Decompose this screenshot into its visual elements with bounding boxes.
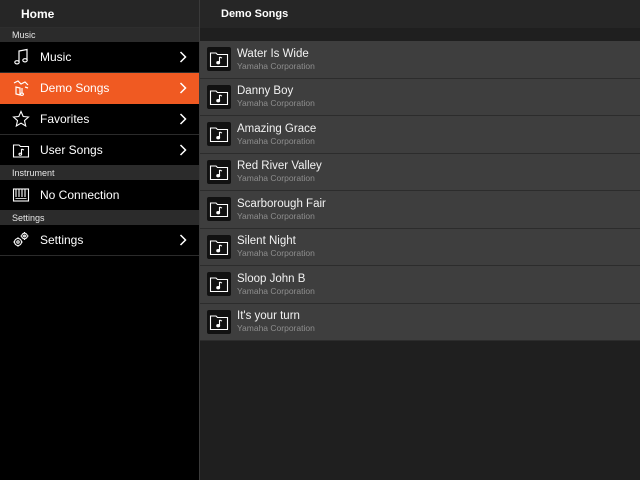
song-artist: Yamaha Corporation (237, 173, 315, 184)
song-list-item[interactable]: Water Is Wide Yamaha Corporation (200, 41, 640, 79)
song-artist: Yamaha Corporation (237, 285, 315, 296)
song-text: Amazing Grace Yamaha Corporation (237, 122, 316, 147)
song-artist: Yamaha Corporation (237, 248, 315, 259)
main-header: Demo Songs (200, 0, 640, 28)
chevron-right-icon (179, 113, 187, 125)
page-title: Demo Songs (221, 8, 289, 20)
song-file-icon (207, 309, 231, 334)
demo-songs-icon (12, 79, 30, 97)
song-list-item[interactable]: Red River Valley Yamaha Corporation (200, 153, 640, 191)
song-text: Silent Night Yamaha Corporation (237, 234, 315, 259)
song-list-item[interactable]: Silent Night Yamaha Corporation (200, 228, 640, 266)
song-file-icon (207, 197, 231, 222)
song-file-icon (207, 122, 231, 147)
sidebar-item-label: No Connection (40, 188, 120, 202)
song-list-item[interactable]: Scarborough Fair Yamaha Corporation (200, 191, 640, 229)
song-title: Water Is Wide (237, 47, 309, 60)
sidebar-item-no-connection[interactable]: No Connection (0, 180, 199, 211)
sidebar-header: Home (0, 0, 199, 28)
sidebar-item-user-songs[interactable]: User Songs (0, 135, 199, 166)
sidebar-item-label: Favorites (40, 112, 90, 126)
song-file-icon (207, 47, 231, 72)
song-artist: Yamaha Corporation (237, 60, 315, 71)
song-artist: Yamaha Corporation (237, 135, 315, 146)
chevron-right-icon (179, 82, 187, 94)
song-title: Silent Night (237, 235, 296, 248)
sidebar-item-demo-songs[interactable]: Demo Songs (0, 73, 199, 104)
star-icon (12, 110, 30, 128)
song-file-icon (207, 159, 231, 184)
sidebar-item-label: User Songs (40, 143, 103, 157)
song-list-item[interactable]: It's your turn Yamaha Corporation (200, 303, 640, 341)
song-list-item[interactable]: Amazing Grace Yamaha Corporation (200, 116, 640, 154)
sidebar-item-favorites[interactable]: Favorites (0, 104, 199, 135)
song-title: Danny Boy (237, 85, 294, 98)
keyboard-icon (12, 186, 30, 204)
sidebar: Home Music Music Demo Songs Favorites Us… (0, 0, 200, 480)
sidebar-item-music[interactable]: Music (0, 42, 199, 73)
song-file-icon (207, 234, 231, 259)
song-text: It's your turn Yamaha Corporation (237, 309, 315, 334)
song-list-item[interactable]: Danny Boy Yamaha Corporation (200, 78, 640, 116)
main-panel: Demo Songs Water Is Wide Yamaha Corporati… (200, 0, 640, 480)
gears-icon (12, 231, 30, 249)
song-file-icon (207, 272, 231, 297)
sidebar-item-label: Demo Songs (40, 81, 110, 95)
song-artist: Yamaha Corporation (237, 210, 315, 221)
music-note-icon (12, 48, 30, 66)
song-title: Red River Valley (237, 160, 322, 173)
user-songs-folder-icon (12, 141, 30, 159)
song-text: Sloop John B Yamaha Corporation (237, 272, 315, 297)
sidebar-item-settings[interactable]: Settings (0, 225, 199, 256)
song-text: Water Is Wide Yamaha Corporation (237, 47, 315, 72)
section-label-music: Music (0, 28, 199, 42)
song-text: Scarborough Fair Yamaha Corporation (237, 197, 326, 222)
song-artist: Yamaha Corporation (237, 98, 315, 109)
section-label-instrument: Instrument (0, 166, 199, 180)
section-label-settings: Settings (0, 211, 199, 225)
chevron-right-icon (179, 234, 187, 246)
song-title: Amazing Grace (237, 122, 317, 135)
song-text: Red River Valley Yamaha Corporation (237, 159, 322, 184)
song-text: Danny Boy Yamaha Corporation (237, 84, 315, 109)
song-title: Sloop John B (237, 272, 306, 285)
chevron-right-icon (179, 144, 187, 156)
song-title: Scarborough Fair (237, 197, 326, 210)
song-list: Water Is Wide Yamaha Corporation Danny Boy… (200, 41, 640, 341)
sidebar-item-label: Settings (40, 233, 84, 247)
song-file-icon (207, 84, 231, 109)
song-artist: Yamaha Corporation (237, 323, 315, 334)
sidebar-title: Home (21, 6, 55, 21)
chevron-right-icon (179, 51, 187, 63)
sidebar-item-label: Music (40, 50, 72, 64)
song-title: It's your turn (237, 310, 300, 323)
song-list-item[interactable]: Sloop John B Yamaha Corporation (200, 266, 640, 304)
